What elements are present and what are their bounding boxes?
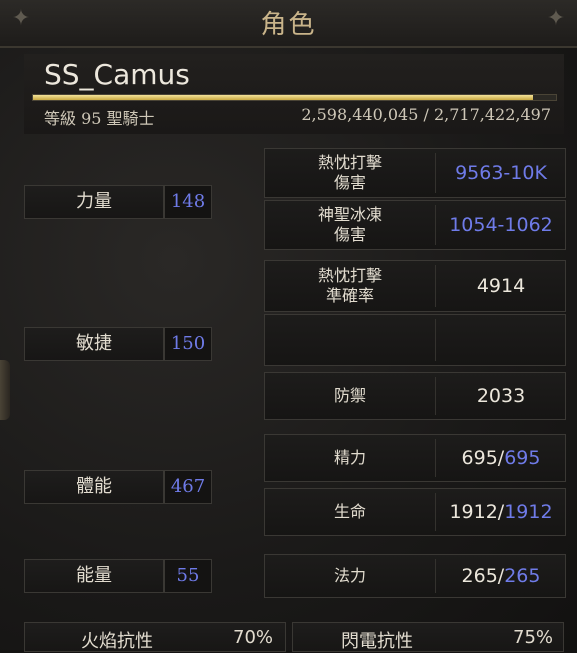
holy-ice-damage-row: 神聖冰凍 傷害 1054-1062: [264, 200, 566, 250]
divider: [435, 493, 436, 531]
experience-value: 2,598,440,045 / 2,717,422,497: [301, 105, 551, 124]
attribute-dexterity-label: 敏捷: [24, 327, 164, 361]
divider: [435, 319, 436, 361]
holy-ice-damage-value: 1054-1062: [449, 214, 553, 236]
defense-label: 防禦: [333, 386, 366, 405]
mana-row: 法力 265/265: [264, 554, 566, 598]
attack-rating-label-line2: 準確率: [325, 286, 374, 305]
mana-label: 法力: [333, 566, 366, 585]
stamina-max: 695: [504, 447, 541, 469]
attribute-vitality-value: 467: [164, 470, 212, 504]
side-ornament-icon: [0, 360, 10, 420]
lightning-resistance-row: 閃電抗性 75%: [292, 622, 564, 652]
mana-max: 265: [504, 565, 541, 587]
mana-current: 265: [461, 565, 498, 587]
divider: [435, 205, 436, 245]
mana-value: 265/265: [437, 555, 565, 597]
experience-bar: [32, 94, 557, 101]
attack-rating-value: 4914: [476, 275, 526, 297]
defense-value: 2033: [476, 385, 526, 407]
life-max: 1912: [504, 501, 553, 523]
holy-ice-damage-label-line1: 神聖冰凍: [317, 205, 382, 224]
attribute-energy-label: 能量: [24, 559, 164, 593]
fire-attack-damage-row: 熱忱打擊 傷害 9563-10K: [264, 148, 566, 198]
attribute-dexterity-value: 150: [164, 327, 212, 361]
life-value: 1912/1912: [437, 489, 565, 535]
lightning-resistance-value: 75%: [513, 627, 554, 648]
attribute-strength-label: 力量: [24, 185, 164, 219]
stamina-value: 695/695: [437, 435, 565, 481]
character-window: ✦ 角色 ✦ SS_Camus 等級 95 聖騎士 2,598,440,045 …: [0, 0, 577, 652]
fire-attack-damage-label: 熱忱打擊 傷害: [265, 149, 435, 197]
stamina-current: 695: [461, 447, 498, 469]
attack-rating-label: 熱忱打擊 準確率: [265, 261, 435, 311]
fire-attack-damage-label-line2: 傷害: [333, 173, 366, 192]
divider: [435, 265, 436, 307]
divider: [435, 153, 436, 193]
divider: [435, 377, 436, 415]
stamina-label: 精力: [333, 448, 366, 467]
attack-rating-row: 熱忱打擊 準確率 4914: [264, 260, 566, 312]
attribute-energy-value: 55: [164, 559, 212, 593]
fire-resistance-row: 火焰抗性 70%: [24, 622, 286, 652]
life-label: 生命: [333, 502, 366, 521]
attack-rating-label-line1: 熱忱打擊: [317, 266, 382, 285]
lightning-resistance-label: 閃電抗性: [341, 631, 413, 652]
level-class-label: 等級 95 聖騎士: [44, 109, 155, 128]
fire-resistance-label: 火焰抗性: [81, 631, 153, 652]
divider: [435, 559, 436, 593]
close-icon[interactable]: ✦: [541, 4, 571, 34]
empty-row: [264, 314, 566, 366]
fire-attack-damage-label-line1: 熱忱打擊: [317, 153, 382, 172]
fire-attack-damage-value: 9563-10K: [455, 162, 547, 184]
attribute-vitality-label: 體能: [24, 470, 164, 504]
life-current: 1912: [449, 501, 498, 523]
fire-resistance-value: 70%: [233, 627, 274, 648]
window-title-bar: ✦ 角色 ✦: [0, 0, 577, 48]
divider: [435, 439, 436, 477]
stamina-row: 精力 695/695: [264, 434, 566, 482]
life-row: 生命 1912/1912: [264, 488, 566, 536]
character-name: SS_Camus: [44, 58, 190, 91]
defense-row: 防禦 2033: [264, 372, 566, 420]
experience-bar-fill: [33, 95, 533, 100]
window-title: 角色: [260, 10, 317, 40]
holy-ice-damage-label-line2: 傷害: [333, 225, 366, 244]
attribute-strength-value: 148: [164, 185, 212, 219]
holy-ice-damage-label: 神聖冰凍 傷害: [265, 201, 435, 249]
